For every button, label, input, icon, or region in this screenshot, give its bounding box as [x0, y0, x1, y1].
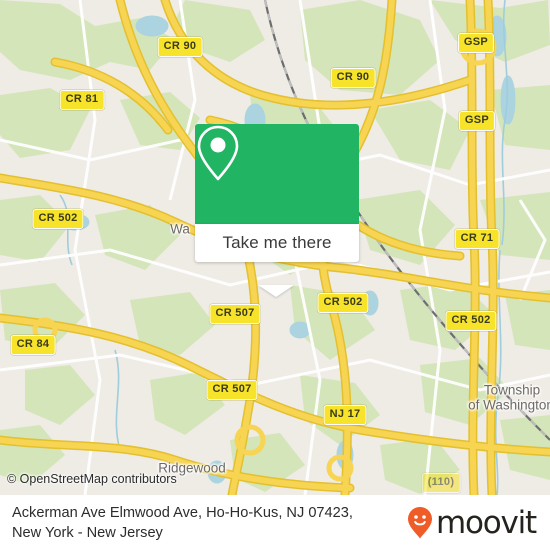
road-shield: NJ 17 — [323, 405, 367, 425]
take-me-there-button[interactable]: Take me there — [195, 224, 359, 262]
place-label: of Washington — [468, 397, 550, 413]
road-shield: CR 90 — [157, 37, 203, 57]
map-canvas[interactable]: CR 90 CR 81 CR 90 GSP GSP CR 502 CR 71 C… — [0, 0, 550, 495]
moovit-map-screen: CR 90 CR 81 CR 90 GSP GSP CR 502 CR 71 C… — [0, 0, 550, 550]
road-shield: CR 502 — [445, 311, 497, 331]
road-shield: CR 507 — [206, 380, 258, 400]
address-line-2: New York - New Jersey — [12, 524, 163, 541]
road-shield: (110) — [421, 473, 461, 493]
road-shield: CR 81 — [59, 90, 105, 110]
popup-pin-area — [195, 124, 359, 224]
moovit-smiley-pin-icon — [407, 506, 432, 538]
road-shield: CR 507 — [209, 304, 261, 324]
location-popup-card[interactable]: Take me there — [195, 124, 359, 297]
road-shield: GSP — [458, 111, 496, 131]
popup-pointer-tail — [258, 285, 294, 297]
road-shield: CR 90 — [330, 68, 376, 88]
road-shield: CR 502 — [32, 209, 84, 229]
road-shield: GSP — [457, 33, 495, 53]
road-shield: CR 502 — [317, 293, 369, 313]
moovit-logo[interactable]: moovit — [407, 504, 537, 541]
address-line-1: Ackerman Ave Elmwood Ave, Ho-Ho-Kus, NJ … — [12, 504, 353, 521]
road-shield: CR 71 — [454, 229, 500, 249]
road-shield: CR 84 — [10, 335, 56, 355]
osm-attribution[interactable]: © OpenStreetMap contributors — [7, 472, 177, 486]
moovit-wordmark: moovit — [435, 504, 537, 541]
map-pin-icon — [197, 125, 239, 181]
address-block: Ackerman Ave Elmwood Ave, Ho-Ho-Kus, NJ … — [12, 503, 353, 543]
take-me-there-label: Take me there — [222, 233, 332, 252]
bottom-info-bar: Ackerman Ave Elmwood Ave, Ho-Ho-Kus, NJ … — [0, 495, 550, 550]
place-label: Township — [483, 382, 541, 398]
place-label: Wa — [170, 221, 190, 237]
